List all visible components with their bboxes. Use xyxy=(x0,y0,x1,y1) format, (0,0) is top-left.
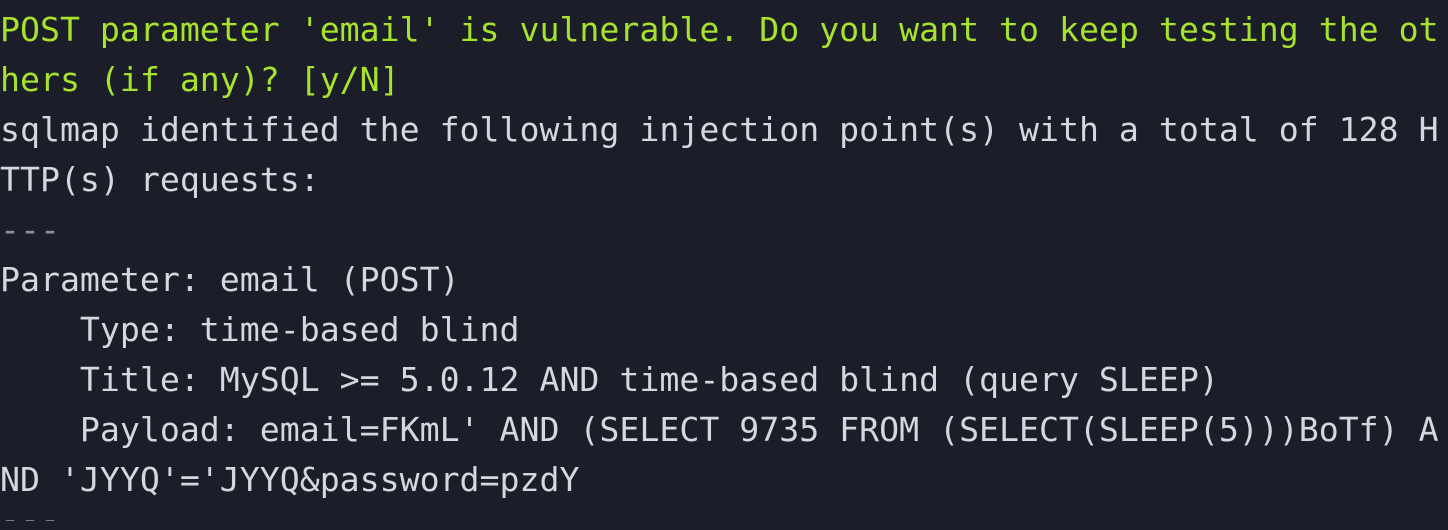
output-line-type: Type: time-based blind xyxy=(0,310,520,349)
output-line-payload-1: Payload: email=FKmL' AND (SELECT 9735 FR… xyxy=(0,410,1439,449)
terminal-output[interactable]: POST parameter 'email' is vulnerable. Do… xyxy=(0,0,1448,530)
output-line-injection-summary-1: sqlmap identified the following injectio… xyxy=(0,110,1439,149)
prompt-line-1: POST parameter 'email' is vulnerable. Do… xyxy=(0,10,1439,49)
output-line-payload-2: ND 'JYYQ'='JYYQ&password=pzdY xyxy=(0,460,580,499)
output-line-title: Title: MySQL >= 5.0.12 AND time-based bl… xyxy=(0,360,1219,399)
partial-separator-line: --- xyxy=(0,520,60,530)
prompt-line-2: hers (if any)? [y/N] xyxy=(0,60,400,99)
output-line-injection-summary-2: TTP(s) requests: xyxy=(0,160,320,199)
separator-line: --- xyxy=(0,210,60,249)
output-line-parameter: Parameter: email (POST) xyxy=(0,260,460,299)
